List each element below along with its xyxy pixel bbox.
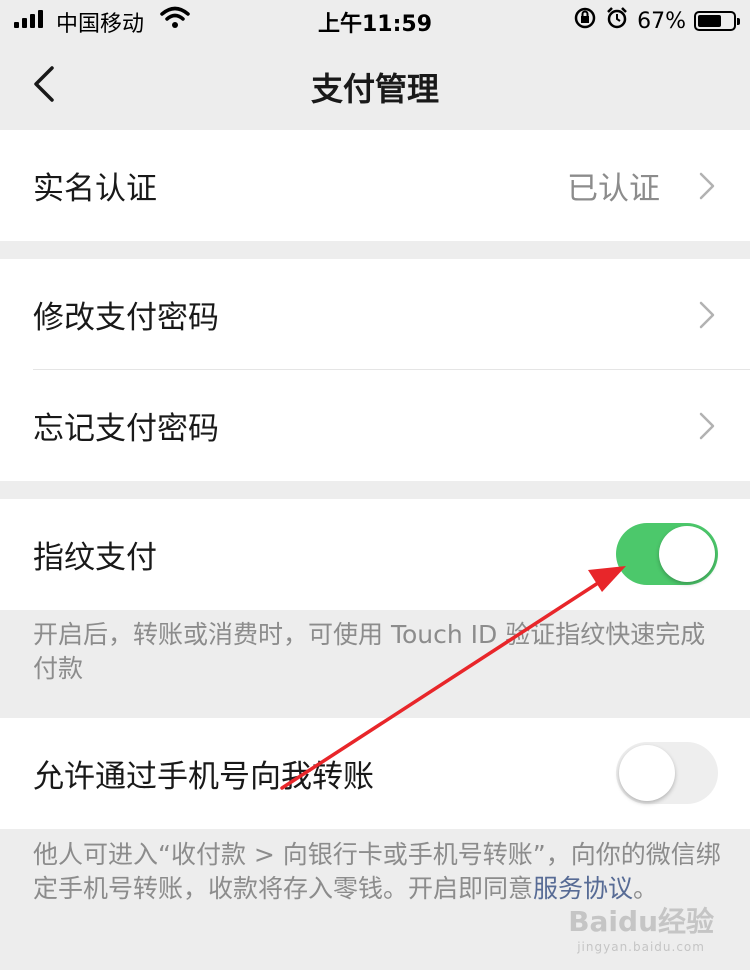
fingerprint-pay-toggle[interactable] — [616, 523, 718, 585]
forgot-password-label: 忘记支付密码 — [33, 411, 219, 447]
modify-password-cell[interactable]: 修改支付密码 — [0, 259, 750, 370]
real-name-label: 实名认证 — [33, 171, 157, 207]
battery-icon — [694, 11, 740, 31]
fingerprint-pay-cell: 指纹支付 — [0, 499, 750, 610]
toggle-knob — [619, 745, 675, 801]
page-title: 支付管理 — [310, 70, 439, 108]
real-name-status: 已认证 — [567, 171, 660, 207]
password-group: 修改支付密码 忘记支付密码 — [0, 259, 750, 481]
real-name-cell[interactable]: 实名认证 已认证 — [0, 130, 750, 241]
chevron-right-icon — [699, 172, 715, 200]
note-period: 。 — [633, 874, 659, 903]
orientation-lock-icon — [573, 6, 597, 36]
fingerprint-group: 指纹支付 — [0, 499, 750, 610]
watermark-url: jingyan.baidu.com — [577, 940, 705, 954]
phone-transfer-label: 允许通过手机号向我转账 — [33, 759, 374, 795]
chevron-right-icon — [699, 412, 715, 440]
fingerprint-note: 开启后，转账或消费时，可使用 Touch ID 验证指纹快速完成付款 — [33, 620, 706, 683]
phone-transfer-note: 他人可进入“收付款 > 向银行卡或手机号转账”，向你的微信绑定手机号转账，收款将… — [33, 838, 723, 906]
status-bar: 中国移动 上午11:59 67% — [0, 0, 750, 40]
forgot-password-cell[interactable]: 忘记支付密码 — [0, 370, 750, 481]
phone-transfer-group: 允许通过手机号向我转账 — [0, 718, 750, 829]
battery-percent: 67% — [637, 8, 686, 34]
real-name-group: 实名认证 已认证 — [0, 130, 750, 241]
phone-transfer-toggle[interactable] — [616, 742, 718, 804]
toggle-knob — [659, 526, 715, 582]
watermark-brand: Baidu经验 — [568, 905, 714, 938]
service-agreement-link[interactable]: 服务协议 — [533, 874, 633, 903]
navigation-bar: 支付管理 — [0, 40, 750, 130]
chevron-right-icon — [699, 301, 715, 329]
alarm-icon — [605, 6, 629, 36]
modify-password-label: 修改支付密码 — [33, 300, 219, 336]
phone-transfer-cell: 允许通过手机号向我转账 — [0, 718, 750, 829]
baidu-watermark: Baidu经验 jingyan.baidu.com — [568, 900, 714, 954]
fingerprint-pay-label: 指纹支付 — [33, 540, 157, 576]
